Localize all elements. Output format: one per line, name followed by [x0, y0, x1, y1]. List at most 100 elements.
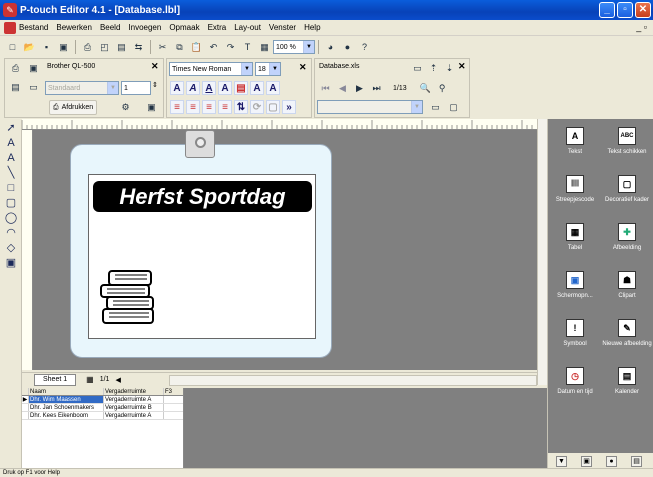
column-header-f3[interactable]: F3	[164, 388, 182, 395]
justify-icon[interactable]: ≡	[218, 100, 232, 114]
menu-invoegen[interactable]: Invoegen	[128, 23, 161, 32]
print-preview-icon[interactable]: ▣	[144, 100, 159, 115]
object-barcode[interactable]: |||| Streepjescode	[550, 175, 600, 204]
first-record-icon[interactable]: ⏮	[318, 81, 333, 96]
save-icon[interactable]: ▪	[39, 40, 54, 55]
font-panel-close-icon[interactable]: ✕	[299, 62, 307, 73]
superscript-icon[interactable]: A	[250, 81, 264, 95]
table-row[interactable]: Dhr. Kees Eikenboom Vergaderruimte A	[22, 412, 183, 420]
ellipse-tool-icon[interactable]: ◯	[2, 211, 20, 225]
copies-stepper[interactable]: ⇕	[152, 81, 158, 89]
save-as-icon[interactable]: ▣	[56, 40, 71, 55]
align-center-icon[interactable]: ≡	[186, 100, 200, 114]
cell-ruimte[interactable]: Vergaderruimte A	[104, 396, 164, 403]
undo-icon[interactable]: ↶	[206, 40, 221, 55]
cell-ruimte[interactable]: Vergaderruimte B	[104, 404, 164, 411]
copy-icon[interactable]: ⧉	[172, 40, 187, 55]
open-icon[interactable]: 📂	[22, 40, 37, 55]
filter-icon[interactable]: ⚲	[435, 81, 450, 96]
align-right-icon[interactable]: ≡	[202, 100, 216, 114]
table-row[interactable]: Dhr. Jan Schoenmakers Vergaderruimte B	[22, 404, 183, 412]
frame-tool-icon[interactable]: ▣	[2, 256, 20, 270]
database-close-icon[interactable]: ✕	[458, 61, 466, 72]
layout-icon[interactable]: ▤	[114, 40, 129, 55]
maximize-button[interactable]: ▫	[617, 2, 633, 18]
print-icon[interactable]: ⎙	[80, 40, 95, 55]
database-edit-icon[interactable]: ▭	[410, 61, 425, 76]
menu-bestand[interactable]: Bestand	[19, 23, 48, 32]
printer-properties-icon[interactable]: ⎙	[8, 61, 23, 76]
cell-f3[interactable]	[164, 412, 182, 419]
help-icon[interactable]: ?	[357, 40, 372, 55]
menu-layout[interactable]: Lay-out	[234, 23, 261, 32]
rotate-icon[interactable]: ⟳	[250, 100, 264, 114]
cell-f3[interactable]	[164, 396, 182, 403]
grid-icon[interactable]: ▦	[257, 40, 272, 55]
redo-icon[interactable]: ↷	[223, 40, 238, 55]
menu-bewerken[interactable]: Bewerken	[56, 23, 92, 32]
canvas-horizontal-scrollbar[interactable]	[169, 375, 537, 386]
line-tool-icon[interactable]: ╲	[2, 166, 20, 180]
object-new-image[interactable]: ✎ Nieuwe afbeelding	[602, 319, 652, 348]
frame-text-icon[interactable]: ▢	[266, 100, 280, 114]
text-effect-icon[interactable]: ▤	[234, 81, 248, 95]
font-name-select[interactable]: Times New Roman ▼	[169, 62, 253, 76]
object-image[interactable]: ✚ Afbeelding	[602, 223, 652, 252]
paper-icon[interactable]: ▤	[8, 80, 23, 95]
books-clipart-icon[interactable]	[99, 265, 159, 329]
paste-icon[interactable]: 📋	[189, 40, 204, 55]
print-button[interactable]: ⎙ Afdrukken	[49, 100, 98, 115]
outline-icon[interactable]: A	[218, 81, 232, 95]
print-options-icon[interactable]: ⚙	[118, 100, 133, 115]
column-header-naam[interactable]: Naam	[29, 388, 104, 395]
underline-icon[interactable]: A	[202, 81, 216, 95]
canvas-vertical-scrollbar[interactable]	[537, 119, 547, 385]
menu-extra[interactable]: Extra	[208, 23, 227, 32]
object-frame[interactable]: ▢ Decoratief kader	[602, 175, 652, 204]
last-record-icon[interactable]: ⏭	[369, 81, 384, 96]
app-icon[interactable]: ✎	[3, 3, 17, 17]
close-button[interactable]: ✕	[635, 2, 651, 18]
rounded-rectangle-tool-icon[interactable]: ▢	[2, 196, 20, 210]
view-layout-icon[interactable]: ▤	[631, 456, 642, 467]
subscript-icon[interactable]: A	[266, 81, 280, 95]
new-icon[interactable]: □	[5, 40, 20, 55]
label-canvas[interactable]: Herfst Sportdag	[33, 130, 537, 370]
object-calendar[interactable]: ▤ Kalender	[602, 367, 652, 396]
sort-ascending-icon[interactable]: ⇡	[426, 61, 441, 76]
minimize-button[interactable]: _	[599, 2, 615, 18]
label-banner-text[interactable]: Herfst Sportdag	[93, 181, 312, 212]
arc-tool-icon[interactable]: ◠	[2, 226, 20, 240]
search-icon[interactable]: 🔍	[418, 81, 433, 96]
object-symbol[interactable]: ! Symbool	[550, 319, 600, 348]
object-clipart[interactable]: ☗ Clipart	[602, 271, 652, 300]
next-record-icon[interactable]: ▶	[352, 81, 367, 96]
cell-f3[interactable]	[164, 404, 182, 411]
sort-descending-icon[interactable]: ⇣	[442, 61, 457, 76]
object-date-time[interactable]: ◷ Datum en tijd	[550, 367, 600, 396]
menu-opmaak[interactable]: Opmaak	[169, 23, 199, 32]
add-sheet-icon[interactable]: ▦	[86, 375, 94, 384]
previous-record-icon[interactable]: ◀	[335, 81, 350, 96]
view-properties-icon[interactable]: ●	[606, 456, 617, 467]
cell-naam[interactable]: Dhr. Kees Eikenboom	[29, 412, 104, 419]
object-table[interactable]: ▦ Tabel	[550, 223, 600, 252]
table-row[interactable]: ▶ Dhr. Wim Maassen Vergaderruimte A	[22, 396, 183, 404]
panel-scroll-down-icon[interactable]: ▼	[556, 456, 567, 467]
view-objects-icon[interactable]: ▣	[581, 456, 592, 467]
text-tool-icon[interactable]: T	[240, 40, 255, 55]
cell-ruimte[interactable]: Vergaderruimte A	[104, 412, 164, 419]
align-left-icon[interactable]: ≡	[170, 100, 184, 114]
object-screenshot[interactable]: ▣ Schermopn...	[550, 271, 600, 300]
merge-field-icon[interactable]: ▢	[446, 100, 461, 115]
vertical-text-tool-icon[interactable]: A	[2, 151, 20, 165]
bold-icon[interactable]: A	[170, 81, 184, 95]
vertical-text-icon[interactable]: ⇅	[234, 100, 248, 114]
copies-input[interactable]: 1	[121, 81, 151, 95]
font-size-select[interactable]: 18 ▼	[255, 62, 281, 76]
mdi-controls[interactable]: _ ▫	[636, 22, 647, 32]
label-area[interactable]: Herfst Sportdag	[88, 174, 316, 339]
more-options-icon[interactable]: »	[282, 100, 296, 114]
text-tool-icon[interactable]: A	[2, 136, 20, 150]
cut-icon[interactable]: ✂	[155, 40, 170, 55]
